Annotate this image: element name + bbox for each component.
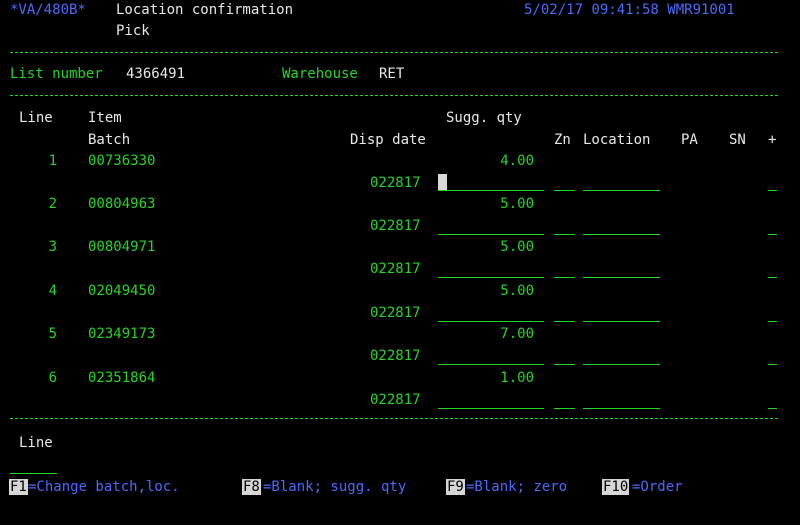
- col-location-header: Location: [583, 132, 651, 148]
- more-input-field[interactable]: [768, 234, 777, 235]
- qty-input-field[interactable]: [438, 408, 544, 409]
- divider-bottom: [10, 418, 778, 419]
- col-disp-date-header: Disp date: [350, 132, 426, 148]
- row-item-number: 02351864: [88, 370, 156, 386]
- col-zn-header: Zn: [554, 132, 571, 148]
- f9-description: =Blank; zero: [466, 479, 568, 495]
- position-line-input[interactable]: [10, 473, 57, 474]
- row-line-number: 6: [48, 370, 57, 386]
- location-input-field[interactable]: [583, 364, 660, 365]
- screen-title: Location confirmation: [116, 2, 294, 18]
- zone-input-field[interactable]: [554, 321, 575, 322]
- row-sugg-qty: 7.00: [500, 326, 534, 342]
- row-disp-date: 022817: [370, 348, 421, 364]
- divider-top: [10, 52, 778, 53]
- f1-description: =Change batch,loc.: [28, 479, 180, 495]
- f8-description: =Blank; sugg. qty: [263, 479, 407, 495]
- f1-key[interactable]: F1: [9, 479, 28, 495]
- row-line-number: 5: [48, 326, 57, 342]
- location-input-field[interactable]: [583, 277, 660, 278]
- screen-subtitle: Pick: [116, 23, 150, 39]
- row-item-number: 00804971: [88, 239, 156, 255]
- row-sugg-qty: 5.00: [500, 196, 534, 212]
- row-item-number: 02349173: [88, 326, 156, 342]
- f9-key[interactable]: F9: [446, 479, 465, 495]
- col-item-header: Item: [88, 110, 122, 126]
- location-input-field[interactable]: [583, 408, 660, 409]
- row-line-number: 3: [48, 239, 57, 255]
- location-input-field[interactable]: [583, 321, 660, 322]
- row-sugg-qty: 1.00: [500, 370, 534, 386]
- qty-input-field[interactable]: [438, 277, 544, 278]
- col-sn-header: SN: [729, 132, 746, 148]
- location-input-field[interactable]: [583, 190, 660, 191]
- row-disp-date: 022817: [370, 218, 421, 234]
- row-item-number: 00804963: [88, 196, 156, 212]
- more-input-field[interactable]: [768, 408, 777, 409]
- row-item-number: 02049450: [88, 283, 156, 299]
- zone-input-field[interactable]: [554, 190, 575, 191]
- warehouse-label: Warehouse: [282, 66, 358, 82]
- row-disp-date: 022817: [370, 175, 421, 191]
- zone-input-field[interactable]: [554, 364, 575, 365]
- location-input-field[interactable]: [583, 234, 660, 235]
- col-plus-header: +: [768, 132, 777, 148]
- row-line-number: 1: [48, 153, 57, 169]
- row-line-number: 2: [48, 196, 57, 212]
- warehouse-value: RET: [379, 66, 405, 82]
- col-sugg-qty-header: Sugg. qty: [446, 110, 522, 126]
- row-line-number: 4: [48, 283, 57, 299]
- row-sugg-qty: 4.00: [500, 153, 534, 169]
- program-id: *VA/480B*: [10, 2, 86, 18]
- row-sugg-qty: 5.00: [500, 283, 534, 299]
- list-number-label: List number: [10, 66, 103, 82]
- divider-header: [10, 95, 778, 96]
- row-disp-date: 022817: [370, 305, 421, 321]
- qty-input-field[interactable]: [438, 190, 544, 191]
- row-disp-date: 022817: [370, 392, 421, 408]
- qty-input-field[interactable]: [438, 321, 544, 322]
- zone-input-field[interactable]: [554, 277, 575, 278]
- more-input-field[interactable]: [768, 277, 777, 278]
- zone-input-field[interactable]: [554, 234, 575, 235]
- more-input-field[interactable]: [768, 364, 777, 365]
- list-number-value: 4366491: [126, 66, 186, 82]
- more-input-field[interactable]: [768, 321, 777, 322]
- row-item-number: 00736330: [88, 153, 156, 169]
- f10-key[interactable]: F10: [602, 479, 630, 495]
- qty-input-field[interactable]: [438, 364, 544, 365]
- col-batch-header: Batch: [88, 132, 131, 148]
- qty-input-field[interactable]: [438, 234, 544, 235]
- col-line-header: Line: [19, 110, 53, 126]
- zone-input-field[interactable]: [554, 408, 575, 409]
- position-line-label: Line: [19, 435, 53, 451]
- datetime-user: 5/02/17 09:41:58 WMR91001: [524, 2, 735, 18]
- row-disp-date: 022817: [370, 261, 421, 277]
- row-sugg-qty: 5.00: [500, 239, 534, 255]
- col-pa-header: PA: [681, 132, 698, 148]
- f10-description: =Order: [632, 479, 683, 495]
- text-cursor: [438, 174, 447, 190]
- f8-key[interactable]: F8: [242, 479, 261, 495]
- more-input-field[interactable]: [768, 190, 777, 191]
